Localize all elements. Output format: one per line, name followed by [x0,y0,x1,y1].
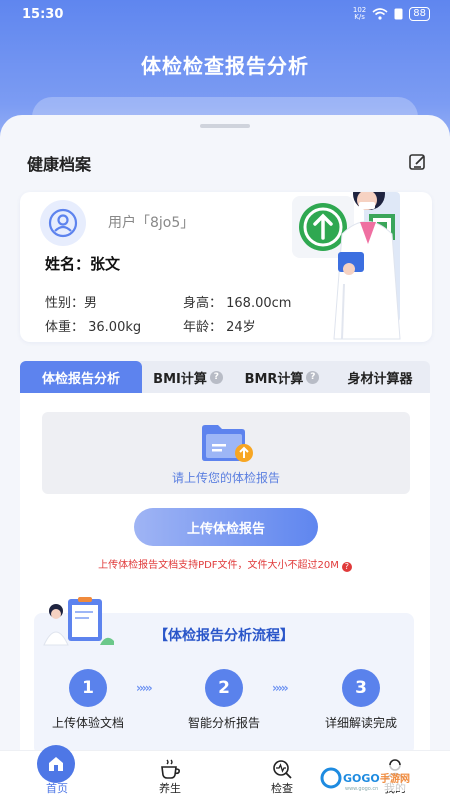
weight-info: 体重： 36.00kg [45,320,142,335]
nav-home[interactable]: 首页 [27,745,87,800]
doctor-illustration [292,192,401,340]
nav-checkup[interactable]: 检查 [252,751,312,800]
network-speed: 102 K/s [352,6,367,21]
tab-bmr[interactable]: BMR计算? [234,361,330,393]
step-number: 1 [69,669,107,707]
home-icon [49,757,63,771]
status-indicators: 102 K/s 88 [353,7,430,21]
gender-info: 性别：男 [45,296,98,311]
user-label: 用户「8jo5」 [108,215,195,231]
battery-indicator: 88 [409,7,430,21]
nav-label: 检查 [271,782,293,795]
report-analysis-panel: 请上传您的体检报告 上传体检报告 上传体检报告文档支持PDF文件，文件大小不超过… [20,393,430,755]
upload-hint: 请上传您的体检报告 [171,471,280,485]
step-arrows: ››››› [136,681,153,695]
checkup-icon [273,760,292,779]
step-label: 详细解读完成 [324,716,397,730]
name-value: 张文 [90,255,121,273]
user-avatar-icon [48,208,78,238]
step-number: 3 [342,669,380,707]
tea-cup-icon [161,759,180,779]
step-label: 上传体验文档 [51,716,124,730]
page-title: 体检检查报告分析 [141,54,309,78]
process-title: 【体检报告分析流程】 [154,628,294,644]
wifi-icon [372,8,388,20]
upload-warning: 上传体检报告文档支持PDF文件，文件大小不超过20M? [20,556,430,572]
nav-health[interactable]: 养生 [140,751,200,800]
step-label: 智能分析报告 [187,716,260,730]
status-time: 15:30 [22,7,64,22]
step-number: 2 [205,669,243,707]
tab-body-calculator[interactable]: 身材计算器 [330,361,430,393]
drag-handle[interactable] [200,124,250,128]
tool-tabs: 体检报告分析 BMI计算? BMR计算? 身材计算器 [20,361,430,393]
gogo-watermark-logo: GOGO 手游网 www.gogo.cn [318,765,428,792]
main-sheet: 健康档案 用户「8jo5」 姓名：张文 性别：男 身高： 168.00cm 体重… [0,115,450,755]
nav-label: 首页 [46,782,68,795]
help-icon[interactable]: ? [341,562,352,572]
avatar [40,200,86,246]
edit-icon[interactable] [408,152,428,172]
nav-label: 养生 [159,782,181,795]
status-bar: 15:30 102 K/s 88 [0,0,450,30]
folder-upload-icon [202,425,253,462]
health-profile-title: 健康档案 [27,155,92,174]
help-icon[interactable]: ? [209,370,223,384]
step-arrows: ››››› [272,681,289,695]
svg-text:手游网: 手游网 [380,772,410,785]
name-label: 姓名： [45,255,91,273]
age-info: 年龄： 24岁 [183,320,256,335]
home-button[interactable] [37,745,75,783]
sim-icon [394,8,403,20]
tab-report-analysis[interactable]: 体检报告分析 [20,361,142,393]
tab-bmi[interactable]: BMI计算? [142,361,234,393]
health-profile-card[interactable]: 用户「8jo5」 姓名：张文 性别：男 身高： 168.00cm 体重： 36.… [20,192,432,342]
analysis-process-card: 【体检报告分析流程】 1 ››››› 2 ››››› 3 上传体验文档 智能分析… [34,597,414,755]
help-icon[interactable]: ? [306,370,320,384]
svg-text:GOGO: GOGO [343,772,380,785]
name-line: 姓名：张文 [45,253,120,274]
upload-report-button[interactable]: 上传体检报告 [134,508,318,546]
upload-dropzone[interactable]: 请上传您的体检报告 [42,412,410,494]
svg-text:www.gogo.cn: www.gogo.cn [345,786,378,792]
